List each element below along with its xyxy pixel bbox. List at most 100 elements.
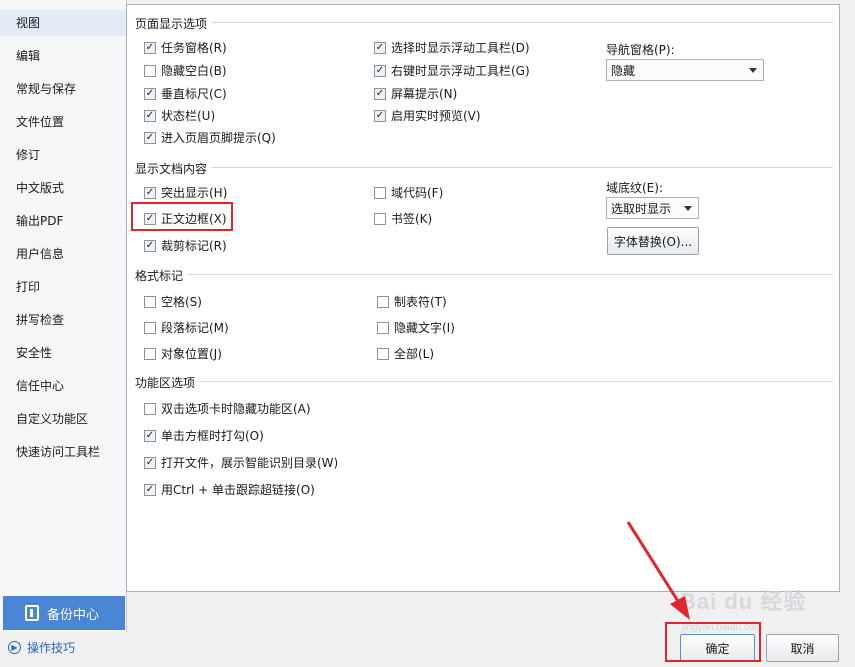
sidebar-item-view[interactable]: 视图: [0, 10, 126, 36]
checkbox-unchecked-icon: [144, 295, 156, 308]
checkbox-hidden-text[interactable]: 隐藏文字(I): [377, 319, 455, 336]
font-substitution-button[interactable]: 字体替换(O)...: [607, 227, 699, 255]
play-icon: ▶: [8, 640, 21, 654]
checkbox-unchecked-icon: [144, 402, 156, 415]
tips-link[interactable]: ▶ 操作技巧: [8, 637, 75, 657]
sidebar-item-quick-access[interactable]: 快速访问工具栏: [0, 439, 126, 465]
sidebar-item-edit[interactable]: 编辑: [0, 43, 126, 69]
checkbox-label: 用Ctrl + 单击跟踪超链接(O): [161, 483, 315, 497]
sidebar-item-export-pdf[interactable]: 输出PDF: [0, 208, 126, 234]
field-shading-label: 域底纹(E):: [606, 181, 663, 195]
checkbox-label: 正文边框(X): [161, 212, 227, 226]
sidebar-item-spell-check[interactable]: 拼写检查: [0, 307, 126, 333]
checkbox-checked-icon: ✓: [144, 109, 156, 122]
checkbox-text-boundaries[interactable]: ✓ 正文边框(X): [144, 210, 227, 227]
checkbox-checked-icon: ✓: [374, 41, 386, 54]
checkbox-label: 空格(S): [161, 295, 202, 309]
checkbox-paragraph-marks[interactable]: 段落标记(M): [144, 319, 229, 336]
checkbox-unchecked-icon: [377, 321, 389, 334]
checkbox-status-bar[interactable]: ✓ 状态栏(U): [144, 107, 215, 124]
checkbox-crop-marks[interactable]: ✓ 裁剪标记(R): [144, 237, 227, 254]
checkbox-dblclick-hide-ribbon[interactable]: 双击选项卡时隐藏功能区(A): [144, 400, 311, 417]
font-substitution-label: 字体替换(O)...: [613, 234, 693, 249]
sidebar: 视图 编辑 常规与保存 文件位置 修订 中文版式 输出PDF 用户信息 打印 拼…: [0, 0, 127, 632]
checkbox-label: 制表符(T): [394, 295, 447, 309]
section-title-doc-content: 显示文档内容: [135, 160, 212, 177]
checkbox-checked-icon: ✓: [374, 87, 386, 100]
checkbox-unchecked-icon: [144, 347, 156, 360]
cancel-button[interactable]: 取消: [766, 634, 839, 662]
baidu-watermark: Bai du 经验: [680, 589, 807, 614]
checkbox-smart-toc[interactable]: ✓ 打开文件，展示智能识别目录(W): [144, 454, 338, 471]
ok-label: 确定: [705, 641, 730, 656]
checkbox-label: 垂直标尺(C): [161, 87, 227, 101]
checkbox-checked-icon: ✓: [144, 483, 156, 496]
checkbox-ctrl-click-link[interactable]: ✓ 用Ctrl + 单击跟踪超链接(O): [144, 481, 315, 498]
checkbox-checked-icon: ✓: [144, 456, 156, 469]
checkbox-task-pane[interactable]: ✓ 任务窗格(R): [144, 39, 227, 56]
checkbox-highlight[interactable]: ✓ 突出显示(H): [144, 184, 227, 201]
checkbox-click-box-check[interactable]: ✓ 单击方框时打勾(O): [144, 427, 264, 444]
checkbox-float-toolbar-rightclick[interactable]: ✓ 右键时显示浮动工具栏(G): [374, 62, 530, 79]
nav-pane-dropdown[interactable]: 隐藏: [606, 59, 764, 81]
checkbox-label: 段落标记(M): [161, 321, 229, 335]
nav-pane-value: 隐藏: [611, 63, 636, 78]
checkbox-label: 进入页眉页脚提示(Q): [161, 131, 276, 145]
checkbox-label: 启用实时预览(V): [391, 109, 481, 123]
checkbox-screen-tips[interactable]: ✓ 屏幕提示(N): [374, 85, 457, 102]
checkbox-checked-icon: ✓: [144, 41, 156, 54]
sidebar-item-file-location[interactable]: 文件位置: [0, 109, 126, 135]
checkbox-field-codes[interactable]: 域代码(F): [374, 184, 443, 201]
checkbox-label: 隐藏空白(B): [161, 64, 227, 78]
checkbox-vertical-ruler[interactable]: ✓ 垂直标尺(C): [144, 85, 227, 102]
field-shading-dropdown[interactable]: 选取时显示: [606, 197, 699, 219]
checkbox-checked-icon: ✓: [374, 109, 386, 122]
checkbox-checked-icon: ✓: [374, 64, 386, 77]
checkbox-checked-icon: ✓: [144, 239, 156, 252]
checkbox-label: 裁剪标记(R): [161, 239, 227, 253]
checkbox-spaces[interactable]: 空格(S): [144, 293, 202, 310]
chevron-down-icon: [684, 205, 692, 211]
sidebar-item-trust-center[interactable]: 信任中心: [0, 373, 126, 399]
checkbox-label: 对象位置(J): [161, 347, 222, 361]
section-title-ribbon: 功能区选项: [135, 374, 200, 391]
checkbox-live-preview[interactable]: ✓ 启用实时预览(V): [374, 107, 481, 124]
chevron-down-icon: [749, 67, 757, 73]
tips-label: 操作技巧: [27, 640, 76, 655]
sidebar-item-revision[interactable]: 修订: [0, 142, 126, 168]
sidebar-item-chinese-layout[interactable]: 中文版式: [0, 175, 126, 201]
nav-pane-label: 导航窗格(P):: [606, 43, 675, 57]
checkbox-checked-icon: ✓: [144, 212, 156, 225]
checkbox-all-marks[interactable]: 全部(L): [377, 345, 434, 362]
checkbox-bookmarks[interactable]: 书签(K): [374, 210, 432, 227]
checkbox-hide-blank[interactable]: 隐藏空白(B): [144, 62, 227, 79]
checkbox-unchecked-icon: [144, 64, 156, 77]
checkbox-label: 单击方框时打勾(O): [161, 429, 264, 443]
backup-center-button[interactable]: 备份中心: [3, 596, 125, 630]
checkbox-unchecked-icon: [377, 295, 389, 308]
checkbox-label: 选择时显示浮动工具栏(D): [391, 41, 530, 55]
sidebar-item-general-save[interactable]: 常规与保存: [0, 76, 126, 102]
section-divider: [135, 274, 833, 275]
section-title-format-marks: 格式标记: [135, 267, 188, 284]
checkbox-checked-icon: ✓: [144, 131, 156, 144]
checkbox-checked-icon: ✓: [144, 429, 156, 442]
checkbox-label: 突出显示(H): [161, 186, 228, 200]
sidebar-item-print[interactable]: 打印: [0, 274, 126, 300]
sidebar-item-security[interactable]: 安全性: [0, 340, 126, 366]
ok-button[interactable]: 确定: [680, 634, 755, 662]
section-title-page-display: 页面显示选项: [135, 15, 212, 32]
checkbox-label: 右键时显示浮动工具栏(G): [391, 64, 530, 78]
checkbox-label: 任务窗格(R): [161, 41, 227, 55]
checkbox-tabs[interactable]: 制表符(T): [377, 293, 447, 310]
checkbox-object-anchors[interactable]: 对象位置(J): [144, 345, 222, 362]
sidebar-item-custom-ribbon[interactable]: 自定义功能区: [0, 406, 126, 432]
checkbox-label: 状态栏(U): [161, 109, 216, 123]
checkbox-header-footer-tip[interactable]: ✓ 进入页眉页脚提示(Q): [144, 129, 276, 146]
sidebar-item-user-info[interactable]: 用户信息: [0, 241, 126, 267]
field-shading-value: 选取时显示: [611, 201, 672, 216]
checkbox-unchecked-icon: [374, 186, 386, 199]
backup-center-label: 备份中心: [47, 607, 100, 623]
checkbox-float-toolbar-select[interactable]: ✓ 选择时显示浮动工具栏(D): [374, 39, 530, 56]
checkbox-unchecked-icon: [144, 321, 156, 334]
